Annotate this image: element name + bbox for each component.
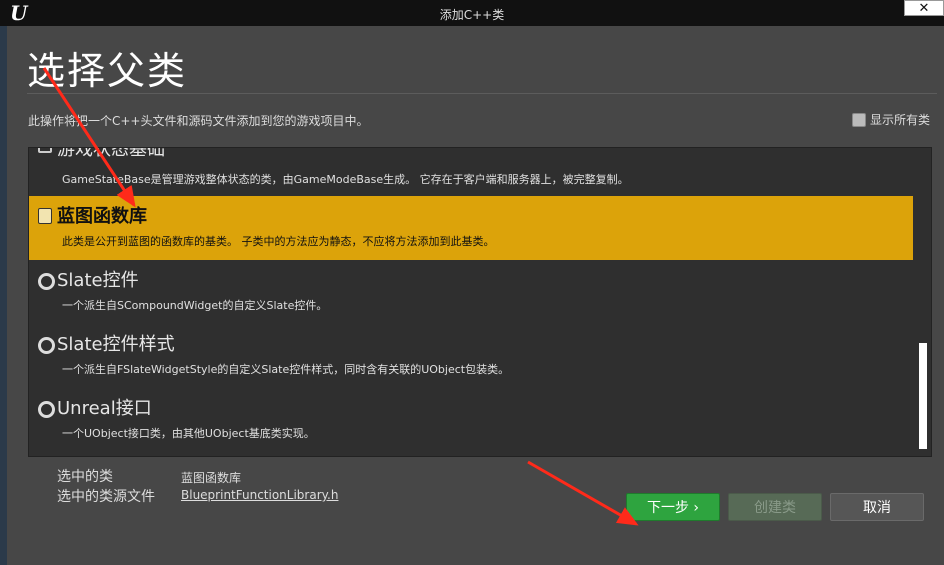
class-description: 一个派生自SCompoundWidget的自定义Slate控件。	[62, 299, 328, 312]
selected-file-link[interactable]: BlueprintFunctionLibrary.h	[181, 488, 338, 502]
class-title: Slate控件	[57, 270, 139, 291]
title-divider	[27, 93, 937, 94]
function-library-icon	[38, 208, 52, 224]
class-description: GameStateBase是管理游戏整体状态的类，由GameModeBase生成…	[62, 173, 629, 186]
create-class-button[interactable]: 创建类	[728, 493, 822, 521]
class-item-blueprint-function-library[interactable]: 蓝图函数库 此类是公开到蓝图的函数库的基类。 子类中的方法应为静态，不应将方法添…	[29, 196, 913, 260]
class-circle-icon	[38, 273, 55, 290]
show-all-classes-toggle[interactable]: 显示所有类	[851, 111, 930, 128]
page-title: 选择父类	[27, 49, 188, 93]
cancel-button[interactable]: 取消	[830, 493, 924, 521]
class-circle-icon	[38, 401, 55, 418]
background-strip	[0, 26, 7, 565]
scrollbar-thumb[interactable]	[919, 343, 927, 449]
show-all-label: 显示所有类	[869, 113, 930, 127]
class-description: 一个派生自FSlateWidgetStyle的自定义Slate控件样式，同时含有…	[62, 363, 510, 376]
class-description: 此类是公开到蓝图的函数库的基类。 子类中的方法应为静态，不应将方法添加到此基类。	[62, 235, 495, 248]
class-description: 一个UObject接口类，由其他UObject基底类实现。	[62, 427, 315, 440]
class-item-slate-widget-style[interactable]: Slate控件样式 一个派生自FSlateWidgetStyle的自定义Slat…	[29, 324, 913, 388]
class-item-unreal-interface[interactable]: Unreal接口 一个UObject接口类，由其他UObject基底类实现。	[29, 388, 913, 452]
close-button[interactable]: ✕	[904, 0, 944, 16]
class-title: Slate控件样式	[57, 334, 175, 355]
class-title: Unreal接口	[57, 398, 152, 419]
selected-file-label: 选中的类源文件	[57, 489, 155, 505]
parent-class-list[interactable]: 游戏状态基础 GameStateBase是管理游戏整体状态的类，由GameMod…	[28, 147, 932, 457]
class-title: 游戏状态基础	[57, 147, 165, 160]
selected-class-value: 蓝图函数库	[181, 471, 242, 485]
class-icon	[38, 148, 52, 153]
next-button[interactable]: 下一步 ›	[626, 493, 720, 521]
title-bar: U 添加C++类 ✕	[0, 0, 944, 26]
window-title: 添加C++类	[439, 8, 505, 22]
selected-class-label: 选中的类	[57, 469, 113, 485]
checkbox-icon[interactable]	[851, 112, 866, 127]
class-title: 蓝图函数库	[57, 206, 147, 227]
class-circle-icon	[38, 337, 55, 354]
page-description: 此操作将把一个C++头文件和源码文件添加到您的游戏项目中。	[28, 114, 369, 128]
dialog-body: 选择父类 此操作将把一个C++头文件和源码文件添加到您的游戏项目中。 显示所有类…	[7, 26, 944, 565]
class-item-slate-widget[interactable]: Slate控件 一个派生自SCompoundWidget的自定义Slate控件。	[29, 260, 913, 324]
